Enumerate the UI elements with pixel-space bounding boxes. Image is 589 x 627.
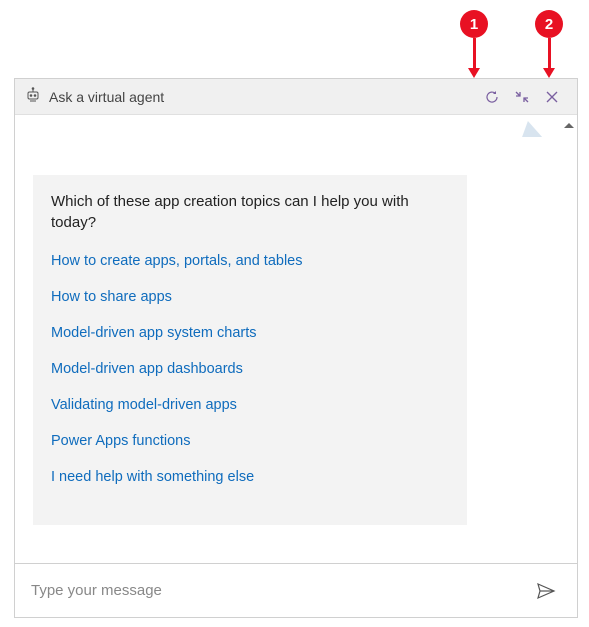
topic-link[interactable]: I need help with something else	[51, 469, 449, 485]
scrollbar[interactable]	[561, 123, 577, 523]
topic-link[interactable]: Power Apps functions	[51, 433, 449, 449]
callout-number: 2	[535, 10, 563, 38]
chat-header: Ask a virtual agent	[15, 79, 577, 115]
close-icon	[545, 90, 559, 104]
topic-link[interactable]: Validating model-driven apps	[51, 397, 449, 413]
annotation-callout-2: 2	[535, 10, 563, 38]
bot-question-text: Which of these app creation topics can I…	[51, 191, 449, 233]
send-icon	[536, 581, 556, 601]
speech-tail-icon	[522, 121, 548, 137]
annotation-callout-1: 1	[460, 10, 488, 38]
send-button[interactable]	[531, 576, 561, 606]
bot-message-card: Which of these app creation topics can I…	[33, 175, 467, 525]
callout-number: 1	[460, 10, 488, 38]
topic-link[interactable]: How to create apps, portals, and tables	[51, 253, 449, 269]
virtual-agent-chat-window: Ask a virtual agent	[14, 78, 578, 618]
close-button[interactable]	[537, 82, 567, 112]
topic-link[interactable]: Model-driven app dashboards	[51, 361, 449, 377]
topic-link[interactable]: Model-driven app system charts	[51, 325, 449, 341]
bot-icon	[25, 87, 41, 106]
chat-input-area	[15, 563, 577, 617]
scroll-up-icon	[564, 123, 574, 128]
chat-body: Which of these app creation topics can I…	[15, 115, 577, 563]
collapse-icon	[514, 89, 530, 105]
minimize-button[interactable]	[507, 82, 537, 112]
message-input[interactable]	[31, 582, 531, 599]
topic-link[interactable]: How to share apps	[51, 289, 449, 305]
refresh-icon	[484, 89, 500, 105]
chat-title: Ask a virtual agent	[49, 89, 477, 105]
refresh-button[interactable]	[477, 82, 507, 112]
